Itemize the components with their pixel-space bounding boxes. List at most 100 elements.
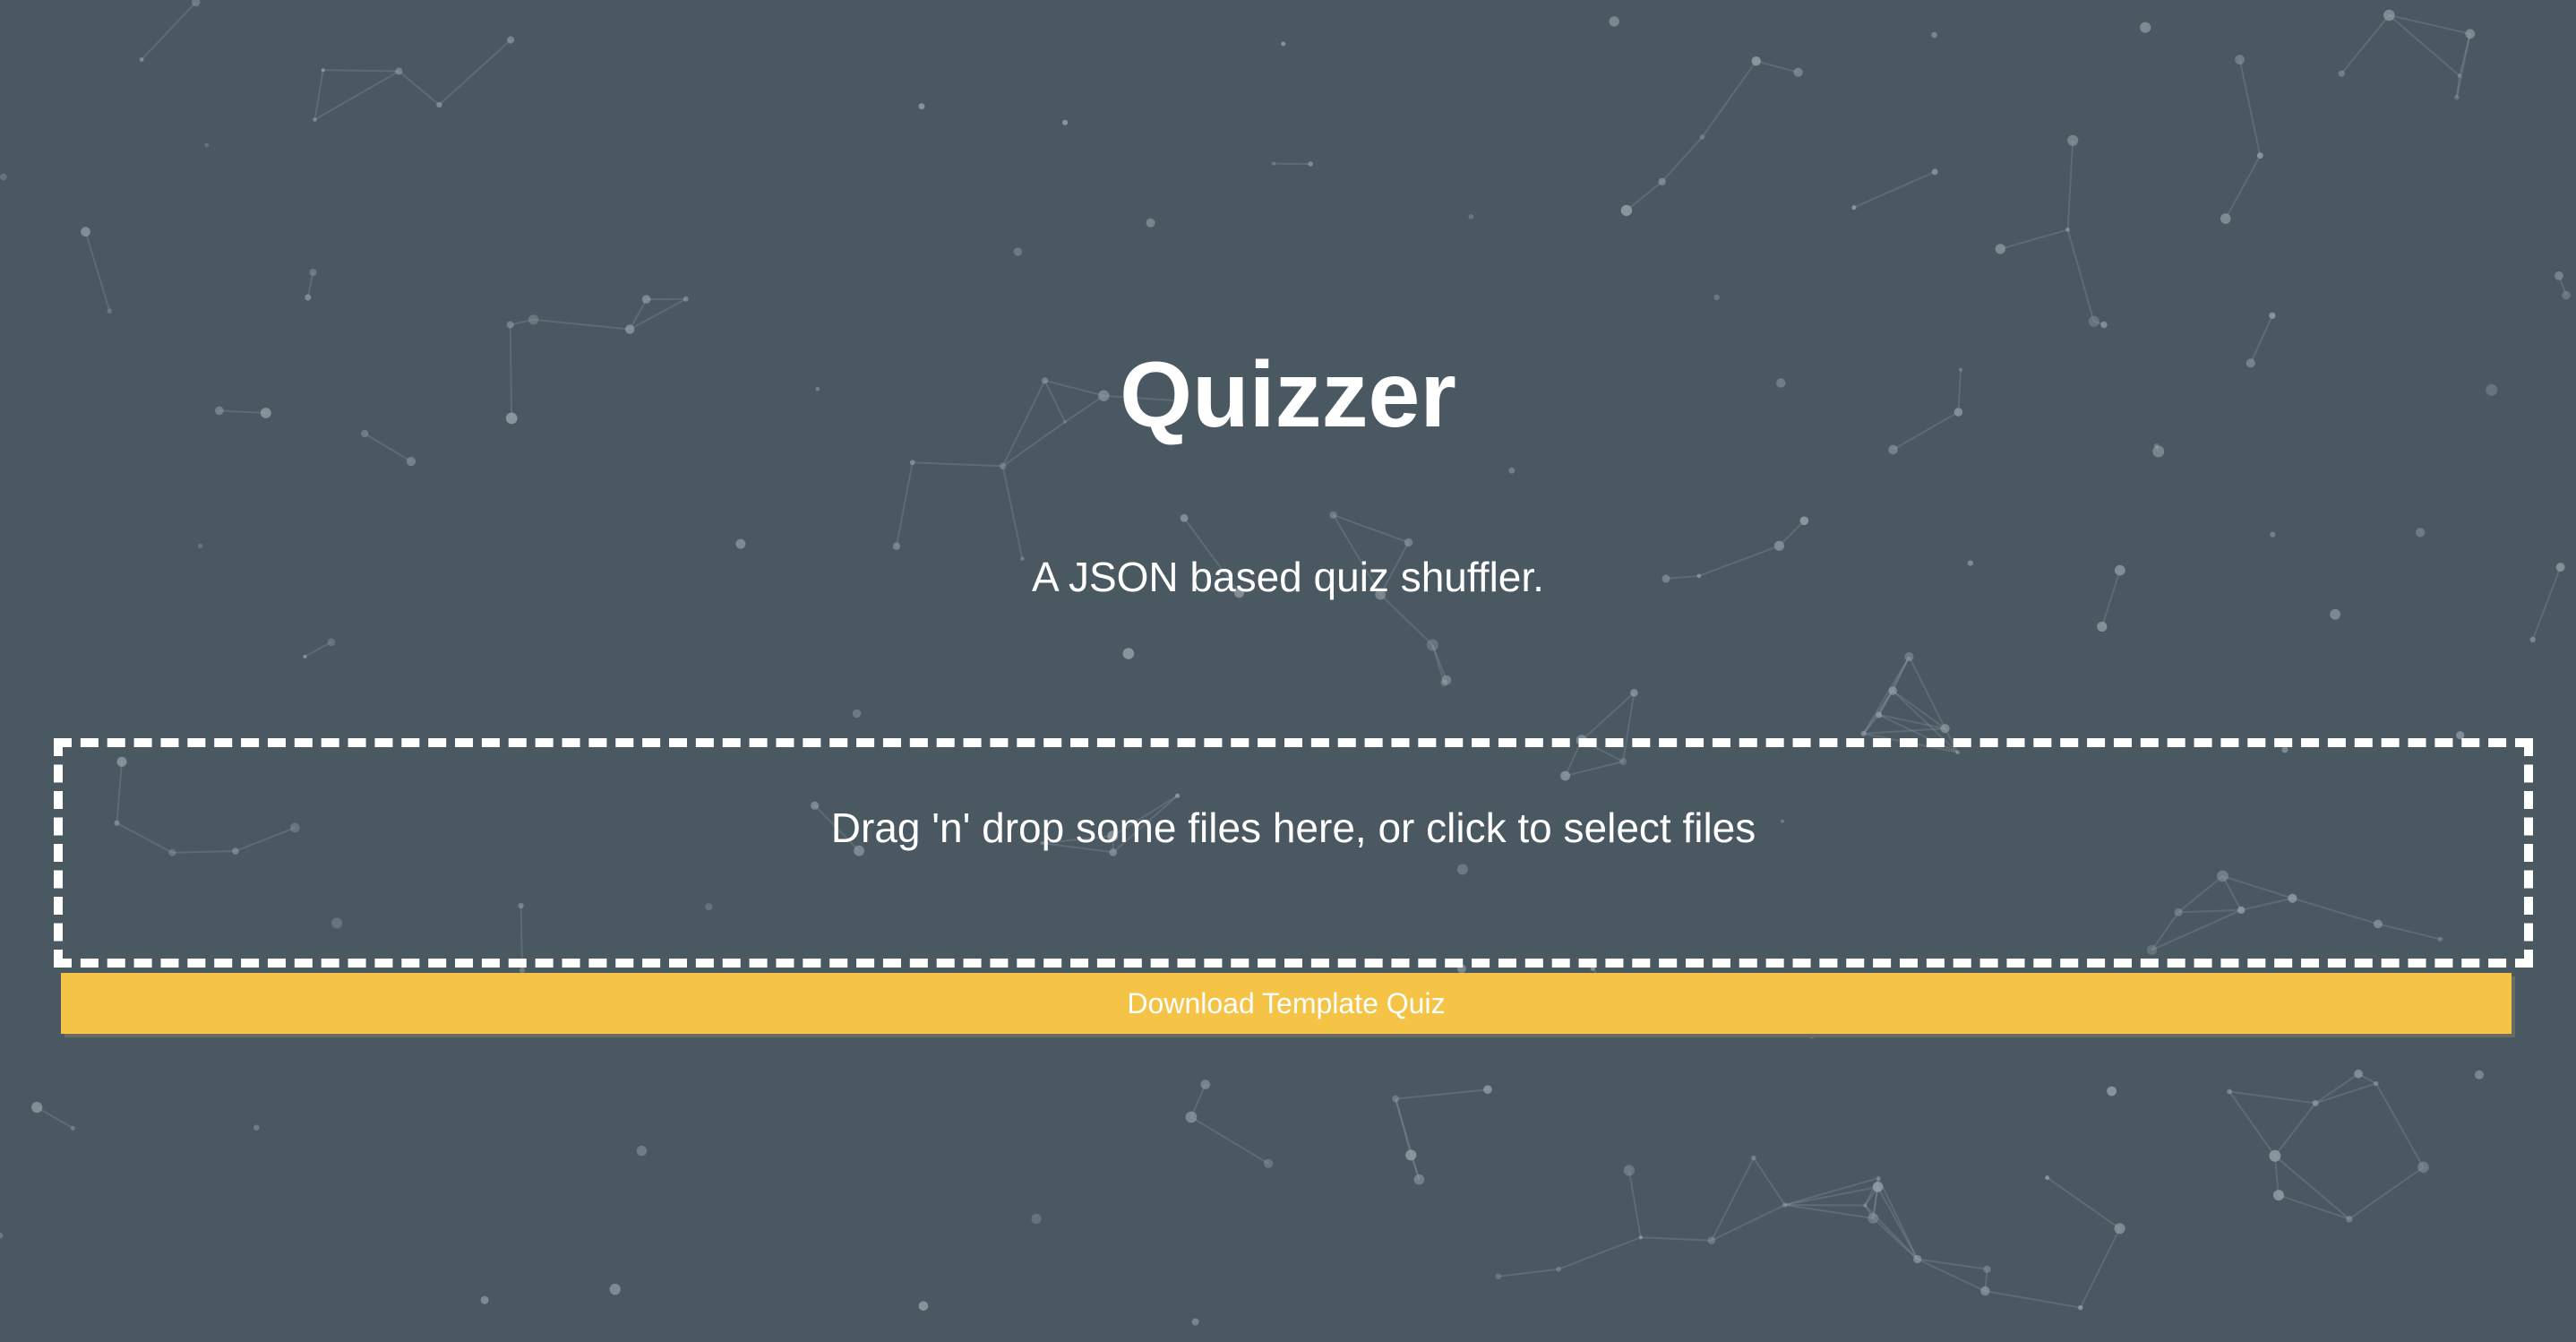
particle-link	[314, 70, 399, 121]
particle-link	[322, 69, 399, 73]
particle-link	[1753, 1157, 1786, 1206]
particle-link	[2066, 229, 2095, 322]
particle-dot	[0, 173, 7, 181]
particle-dot	[1609, 16, 1619, 27]
particle-link	[2079, 1227, 2121, 1309]
particle-link	[2224, 155, 2262, 219]
particle-link	[1711, 1157, 1755, 1242]
particle-link	[2066, 140, 2074, 230]
particle-link	[895, 462, 914, 546]
particle-link	[1711, 1204, 1786, 1242]
page-subtitle: A JSON based quiz shuffler.	[1032, 554, 1544, 600]
particle-link	[1395, 1088, 1489, 1100]
particle-link	[1190, 1116, 1269, 1165]
particle-link	[2047, 1176, 2121, 1230]
particle-link	[36, 1106, 73, 1130]
app-root: Quizzer A JSON based quiz shuffler. Drag…	[0, 0, 2576, 1342]
particle-link	[2273, 1156, 2280, 1196]
particle-dot	[2416, 528, 2426, 538]
dropzone-label: Drag 'n' drop some files here, or click …	[830, 804, 1756, 851]
particle-link	[1001, 466, 1024, 560]
particle-dot	[197, 543, 203, 549]
particle-link	[2278, 1194, 2350, 1220]
particle-dot	[1146, 218, 1155, 228]
particle-background	[0, 0, 2571, 1326]
particle-dot	[1013, 247, 1023, 256]
particle-link	[2557, 275, 2568, 296]
particle-dot	[735, 538, 746, 549]
page-title: Quizzer	[1120, 343, 1456, 447]
particle-dot	[480, 1295, 489, 1304]
particle-link	[533, 318, 631, 331]
particle-link	[1395, 1098, 1413, 1156]
particle-link	[2388, 14, 2460, 77]
particle-dot	[1062, 119, 1069, 125]
particle-link	[1784, 1186, 1878, 1206]
particle-dot	[1281, 41, 1286, 47]
particle-link	[398, 70, 441, 106]
particle-link	[1581, 692, 1636, 742]
particle-dot	[2475, 1070, 2484, 1080]
particle-dot	[609, 1284, 621, 1295]
particle-dot	[1031, 1213, 1042, 1225]
particle-link	[1410, 1154, 1421, 1181]
particle-dot	[1200, 1080, 1211, 1089]
particle-dot	[2107, 1086, 2117, 1097]
particle-link	[2000, 228, 2068, 250]
particle-link	[1626, 181, 1663, 211]
particle-link	[313, 70, 324, 120]
particle-dot	[1191, 1318, 1199, 1326]
particle-link	[1784, 1177, 1879, 1206]
particle-link	[1862, 690, 1894, 735]
particle-link	[1853, 170, 1936, 209]
particle-link	[2357, 1072, 2377, 1085]
particle-dot	[1931, 31, 1937, 39]
particle-link	[2228, 1090, 2276, 1157]
download-template-button[interactable]: Download Template Quiz	[61, 973, 2512, 1034]
particle-dot	[2097, 621, 2108, 632]
particle-link	[1908, 656, 1946, 729]
particle-link	[1431, 644, 1447, 681]
particle-link	[2374, 1083, 2425, 1168]
particle-link	[1640, 1236, 1712, 1242]
particle-link	[1701, 60, 1757, 138]
particle-link	[2314, 1072, 2359, 1105]
particle-link	[1333, 513, 1409, 544]
particle-link	[1892, 656, 1911, 692]
particle-dot	[204, 142, 210, 148]
particle-link	[1778, 520, 1806, 547]
particle-link	[1784, 1204, 1866, 1207]
particle-link	[306, 271, 314, 298]
particle-dot	[2270, 531, 2276, 538]
particle-link	[1985, 1290, 2081, 1309]
particle-link	[2228, 1090, 2316, 1105]
particle-dot	[2562, 290, 2571, 300]
particle-dot	[636, 1145, 648, 1157]
particle-link	[2274, 1102, 2316, 1157]
particle-dot	[2140, 22, 2151, 33]
particle-link	[84, 231, 111, 312]
particle-link	[438, 39, 511, 106]
particle-dot	[0, 1233, 4, 1239]
particle-link	[1756, 60, 1799, 73]
particle-dot	[918, 1301, 929, 1312]
particle-dot	[1713, 294, 1720, 300]
particle-link	[1872, 1217, 1919, 1260]
particle-link	[1876, 1186, 1919, 1260]
particle-link	[912, 461, 1003, 468]
particle-link	[1661, 136, 1704, 183]
particle-dot	[1508, 467, 1516, 474]
particle-dot	[1122, 648, 1135, 659]
particle-link	[2348, 1166, 2425, 1220]
particle-dot	[2330, 608, 2341, 620]
particle-link	[141, 1, 197, 61]
particle-dot	[1468, 214, 1474, 219]
particle-link	[1784, 1204, 1874, 1219]
particle-link	[304, 641, 332, 658]
file-dropzone[interactable]: Drag 'n' drop some files here, or click …	[54, 738, 2533, 968]
particle-link	[1627, 1170, 1642, 1238]
particle-link	[1558, 1236, 1642, 1270]
particle-link	[2238, 59, 2262, 156]
particle-dot	[253, 1124, 260, 1131]
particle-dot	[918, 103, 925, 110]
